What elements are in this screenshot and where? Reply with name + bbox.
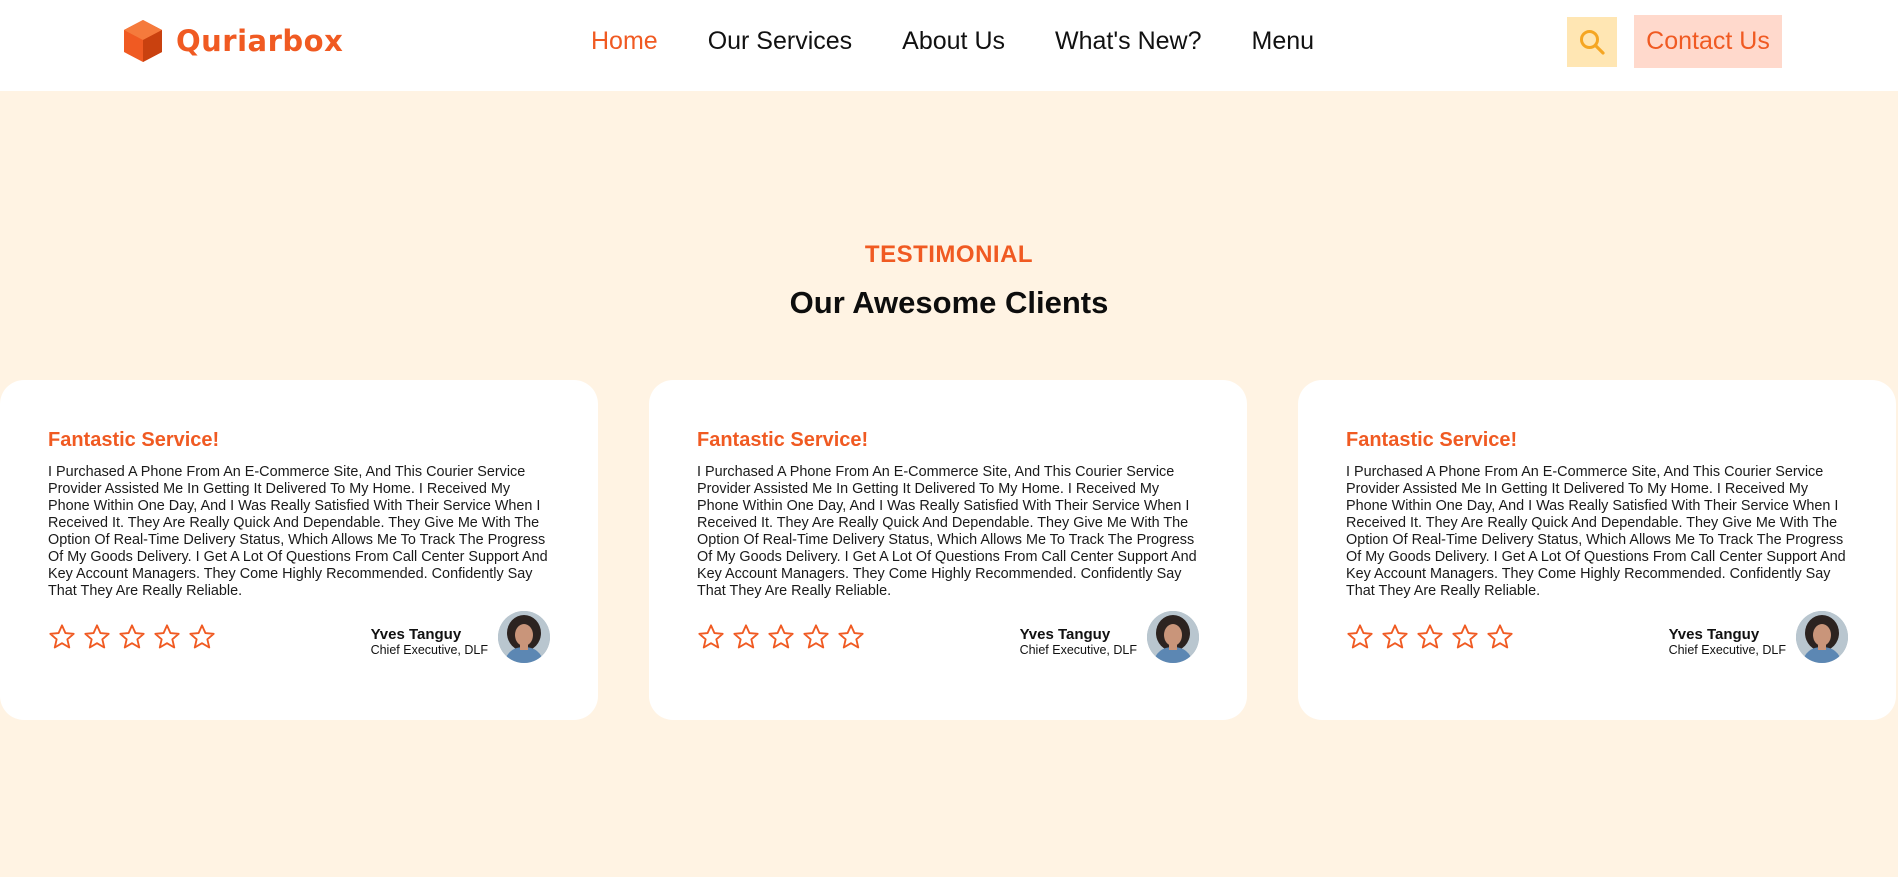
star-icon[interactable] xyxy=(1346,623,1374,651)
card-title: Fantastic Service! xyxy=(48,429,220,451)
avatar xyxy=(498,611,550,663)
star-icon[interactable] xyxy=(802,623,830,651)
nav-item-menu[interactable]: Menu xyxy=(1252,27,1315,56)
testimonial-card: Fantastic Service! I Purchased A Phone F… xyxy=(649,380,1247,720)
star-icon[interactable] xyxy=(118,623,146,651)
avatar xyxy=(1147,611,1199,663)
author-role: Chief Executive, DLF xyxy=(370,643,488,657)
testimonial-card: Fantastic Service! I Purchased A Phone F… xyxy=(1298,380,1896,720)
author-name: Yves Tanguy xyxy=(1668,626,1760,643)
search-icon xyxy=(1580,30,1605,55)
brand-name: Quriarbox xyxy=(176,24,344,58)
star-icon[interactable] xyxy=(767,623,795,651)
card-footer: Yves Tanguy Chief Executive, DLF xyxy=(1346,611,1848,663)
card-footer: Yves Tanguy Chief Executive, DLF xyxy=(697,611,1199,663)
nav-item-whats-new[interactable]: What's New? xyxy=(1055,27,1201,56)
section-title: Our Awesome Clients xyxy=(789,285,1109,320)
star-icon[interactable] xyxy=(697,623,725,651)
author-name: Yves Tanguy xyxy=(1019,626,1111,643)
cube-logo-icon xyxy=(124,20,162,62)
avatar-image xyxy=(1796,611,1848,663)
star-icon[interactable] xyxy=(83,623,111,651)
author-info: Yves Tanguy Chief Executive, DLF xyxy=(1669,626,1786,658)
brand-logo[interactable]: Quriarbox xyxy=(120,18,343,64)
nav-item-home[interactable]: Home xyxy=(591,27,658,56)
testimonial-cards: Fantastic Service! I Purchased A Phone F… xyxy=(0,380,1898,720)
star-icon[interactable] xyxy=(732,623,760,651)
testimonial-card: Fantastic Service! I Purchased A Phone F… xyxy=(0,380,598,720)
avatar-image xyxy=(1147,611,1199,663)
author-role: Chief Executive, DLF xyxy=(1019,643,1137,657)
card-title: Fantastic Service! xyxy=(1346,429,1518,451)
card-text: I Purchased A Phone From An E-Commerce S… xyxy=(1346,464,1846,599)
star-icon[interactable] xyxy=(1416,623,1444,651)
site-header: Quriarbox Home Our Services About Us Wha… xyxy=(0,0,1898,91)
star-icon[interactable] xyxy=(1381,623,1409,651)
card-text: I Purchased A Phone From An E-Commerce S… xyxy=(48,464,548,599)
star-icon[interactable] xyxy=(1451,623,1479,651)
star-rating xyxy=(697,623,865,651)
author-info: Yves Tanguy Chief Executive, DLF xyxy=(1020,626,1137,658)
author-name: Yves Tanguy xyxy=(370,626,462,643)
contact-us-button[interactable]: Contact Us xyxy=(1634,15,1782,68)
star-icon[interactable] xyxy=(48,623,76,651)
main-nav: Home Our Services About Us What's New? M… xyxy=(591,27,1314,56)
star-rating xyxy=(48,623,216,651)
author-info: Yves Tanguy Chief Executive, DLF xyxy=(371,626,488,658)
star-icon[interactable] xyxy=(188,623,216,651)
star-rating xyxy=(1346,623,1514,651)
section-eyebrow: TESTIMONIAL xyxy=(864,241,1034,268)
card-title: Fantastic Service! xyxy=(697,429,869,451)
author-role: Chief Executive, DLF xyxy=(1668,643,1786,657)
star-icon[interactable] xyxy=(153,623,181,651)
nav-item-our-services[interactable]: Our Services xyxy=(708,27,852,56)
card-footer: Yves Tanguy Chief Executive, DLF xyxy=(48,611,550,663)
star-icon[interactable] xyxy=(837,623,865,651)
search-button[interactable] xyxy=(1567,17,1617,67)
avatar-image xyxy=(498,611,550,663)
nav-item-about-us[interactable]: About Us xyxy=(902,27,1005,56)
avatar xyxy=(1796,611,1848,663)
card-text: I Purchased A Phone From An E-Commerce S… xyxy=(697,464,1197,599)
star-icon[interactable] xyxy=(1486,623,1514,651)
